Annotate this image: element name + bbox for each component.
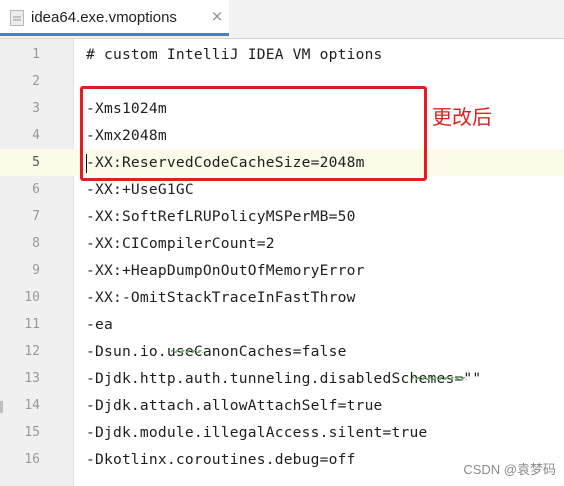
editor-line[interactable]: 15 -Djdk.module.illegalAccess.silent=tru… xyxy=(0,419,564,446)
line-text[interactable]: -Dkotlinx.coroutines.debug=off xyxy=(86,446,356,473)
line-number: 4 xyxy=(32,128,40,143)
line-text[interactable]: -Djdk.attach.allowAttachSelf=true xyxy=(86,392,383,419)
editor-line[interactable]: 14 -Djdk.attach.allowAttachSelf=true xyxy=(0,392,564,419)
line-number: 1 xyxy=(32,47,40,62)
editor-line[interactable]: 12 -Dsun.io.useCanonCaches=false xyxy=(0,338,564,365)
typo-squiggle xyxy=(412,377,467,380)
watermark: CSDN @袁梦码 xyxy=(463,462,556,477)
editor-line[interactable]: 10 -XX:-OmitStackTraceInFastThrow xyxy=(0,284,564,311)
editor-line[interactable]: 1 # custom IntelliJ IDEA VM options xyxy=(0,41,564,68)
line-number: 11 xyxy=(24,317,40,332)
tab-idea64-vmoptions[interactable]: idea64.exe.vmoptions × xyxy=(0,0,229,36)
line-text[interactable]: -XX:-OmitStackTraceInFastThrow xyxy=(86,284,356,311)
close-icon[interactable]: × xyxy=(209,8,225,24)
tab-title: idea64.exe.vmoptions xyxy=(31,9,177,26)
code-editor[interactable]: 1 # custom IntelliJ IDEA VM options 2 3 … xyxy=(0,39,564,486)
editor-line[interactable]: 7 -XX:SoftRefLRUPolicyMSPerMB=50 xyxy=(0,203,564,230)
line-number: 16 xyxy=(24,452,40,467)
line-number: 8 xyxy=(32,236,40,251)
editor-line[interactable]: 9 -XX:+HeapDumpOnOutOfMemoryError xyxy=(0,257,564,284)
typo-squiggle xyxy=(171,350,203,353)
line-text[interactable]: -Djdk.module.illegalAccess.silent=true xyxy=(86,419,427,446)
line-number: 6 xyxy=(32,182,40,197)
line-text[interactable]: -Dsun.io.useCanonCaches=false xyxy=(86,338,347,365)
line-text[interactable]: -ea xyxy=(86,311,113,338)
line-number: 3 xyxy=(32,101,40,116)
editor-tab-bar: idea64.exe.vmoptions × xyxy=(0,0,564,39)
file-icon xyxy=(10,10,24,26)
annotation-label: 更改后 xyxy=(432,105,492,129)
line-number: 5 xyxy=(0,149,40,176)
line-number: 9 xyxy=(32,263,40,278)
line-number: 10 xyxy=(24,290,40,305)
line-text[interactable]: -XX:+HeapDumpOnOutOfMemoryError xyxy=(86,257,365,284)
line-text[interactable]: -XX:SoftRefLRUPolicyMSPerMB=50 xyxy=(86,203,356,230)
editor-line[interactable]: 11 -ea xyxy=(0,311,564,338)
editor-line[interactable]: 13 -Djdk.http.auth.tunneling.disabledSch… xyxy=(0,365,564,392)
line-number: 14 xyxy=(24,398,40,413)
highlight-box xyxy=(80,86,427,181)
editor-line[interactable]: 8 -XX:CICompilerCount=2 xyxy=(0,230,564,257)
line-text[interactable]: # custom IntelliJ IDEA VM options xyxy=(86,41,383,68)
line-text[interactable]: -XX:CICompilerCount=2 xyxy=(86,230,275,257)
line-number: 12 xyxy=(24,344,40,359)
line-number: 13 xyxy=(24,371,40,386)
line-number: 7 xyxy=(32,209,40,224)
line-number: 2 xyxy=(32,74,40,89)
line-number: 15 xyxy=(24,425,40,440)
